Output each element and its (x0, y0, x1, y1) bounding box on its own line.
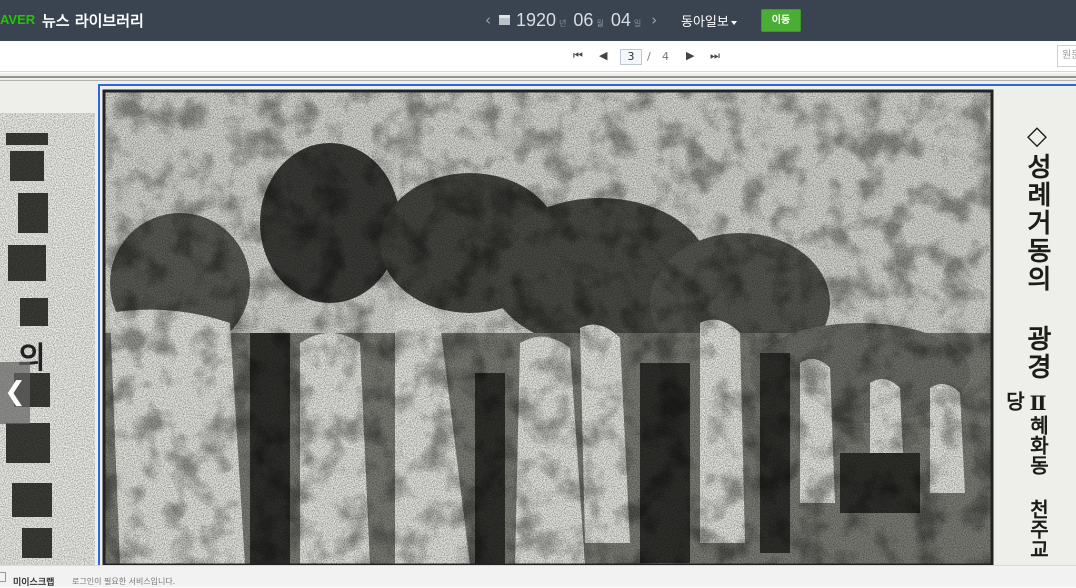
page-total: 4 (662, 50, 669, 63)
go-button[interactable]: 이동 (761, 9, 801, 32)
prev-page-icon[interactable]: ◀ (599, 49, 607, 63)
vertical-subtitle: Ⅱ혜화동 천주교당 (1002, 391, 1050, 565)
search-input[interactable]: 원문 (1057, 45, 1076, 67)
last-page-icon[interactable]: ⏭ (710, 49, 720, 63)
year-unit: 년 (559, 18, 567, 28)
top-header: AVER 뉴스 라이브러리 ‹ 1920 년 06 월 04 일 › 동아일보 … (0, 0, 1076, 41)
page-separator: / (647, 50, 651, 63)
scrap-button[interactable]: 미이스크랩 (13, 575, 54, 588)
scrap-toggle-icon[interactable] (0, 572, 6, 582)
next-date-icon[interactable]: › (648, 11, 660, 29)
pagination-bar: ⏮ ◀ 3 / 4 ▶ ⏭ (0, 41, 1076, 72)
prev-page-arrow-icon[interactable]: ❮ (0, 362, 30, 424)
first-page-icon[interactable]: ⏮ (573, 49, 583, 63)
newspaper-select[interactable]: 동아일보 (681, 11, 737, 30)
date-navigator: ‹ 1920 년 06 월 04 일 › (482, 8, 660, 32)
month-unit: 월 (596, 18, 604, 28)
newspaper-viewer[interactable]: ◇성례거동의 광경 Ⅱ혜화동 천주교당 의 ❮ (0, 73, 1076, 565)
naver-logo[interactable]: AVER (0, 12, 35, 27)
day-unit: 일 (633, 18, 642, 28)
service-title[interactable]: 뉴스 라이브러리 (42, 10, 144, 31)
next-page-icon[interactable]: ▶ (686, 49, 694, 63)
page-number-input[interactable]: 3 (620, 49, 642, 65)
login-message: 로그인이 필요한 서비스입니다. (72, 577, 176, 586)
bottom-bar: 미이스크랩 로그인이 필요한 서비스입니다. (0, 565, 1076, 588)
calendar-icon[interactable] (499, 15, 510, 25)
prev-date-icon[interactable]: ‹ (482, 11, 494, 29)
newspaper-label: 동아일보 (681, 15, 729, 30)
day-value[interactable]: 04 (611, 10, 631, 31)
subtitle-mark: Ⅱ (1026, 391, 1050, 415)
headline-text: 성례거동의 광경 (1022, 153, 1052, 381)
vertical-headline: ◇성례거동의 광경 (1018, 121, 1052, 381)
month-value[interactable]: 06 (573, 10, 593, 31)
newspaper-page-image: ◇성례거동의 광경 Ⅱ혜화동 천주교당 의 (0, 73, 1076, 565)
headline-mark: ◇ (1022, 121, 1052, 153)
chevron-down-icon (730, 20, 737, 25)
year-value[interactable]: 1920 (516, 10, 556, 31)
